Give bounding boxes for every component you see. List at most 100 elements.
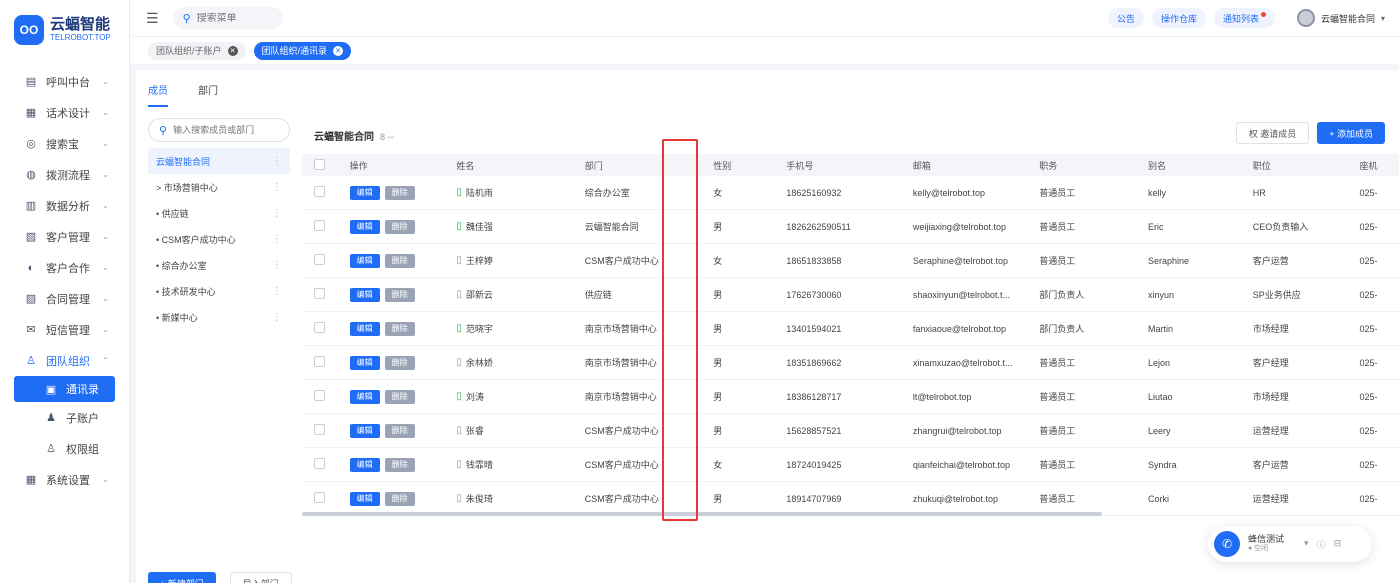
operation-repo-button[interactable]: 操作仓库	[1151, 8, 1206, 28]
delete-button[interactable]: 删除	[384, 389, 415, 404]
close-icon[interactable]: ✕	[227, 45, 238, 56]
horizontal-scrollbar[interactable]	[302, 512, 1102, 516]
more-icon[interactable]: ⋮	[272, 156, 282, 167]
add-department-button[interactable]: + 新建部门	[148, 572, 216, 583]
more-icon[interactable]: ⋮	[272, 182, 282, 193]
invite-member-button[interactable]: 权 邀请成员	[1235, 122, 1310, 144]
tree-node[interactable]: • 综合办公室 ⋮	[148, 252, 290, 278]
delete-button[interactable]: 删除	[384, 423, 415, 438]
member-post: 运营经理	[1252, 426, 1289, 436]
import-department-button[interactable]: 导入部门	[229, 572, 292, 583]
delete-button[interactable]: 删除	[384, 491, 415, 506]
info-icon[interactable]: ⓘ	[1317, 538, 1326, 551]
member-phone: 15628857521	[786, 425, 842, 436]
delete-button[interactable]: 删除	[384, 185, 415, 200]
more-icon[interactable]: ⋮	[272, 286, 282, 297]
sidebar-item-customers[interactable]: ▧ 客户管理 ⌄	[0, 221, 129, 252]
edit-button[interactable]: 编辑	[349, 389, 380, 404]
phone-device-icon: ▯	[456, 425, 462, 436]
member-phone: 13401594021	[786, 323, 842, 334]
tree-node-root[interactable]: 云蝠智能合同 ⋮	[148, 148, 290, 174]
more-icon[interactable]: ⋮	[272, 208, 282, 219]
phone-device-icon: ▯	[456, 459, 462, 470]
row-checkbox[interactable]	[314, 322, 325, 333]
delete-button[interactable]: 删除	[384, 457, 415, 472]
phone-icon[interactable]: ✆	[1214, 531, 1240, 557]
dropdown-icon[interactable]: ▾	[1304, 538, 1309, 551]
select-all-checkbox[interactable]	[314, 158, 325, 170]
more-icon[interactable]: ⋮	[272, 312, 282, 323]
sidebar-item-sms[interactable]: ✉ 短信管理 ⌄	[0, 314, 129, 345]
sidebar-item-team[interactable]: ♙ 团队组织 ⌃	[0, 345, 129, 376]
menu-search[interactable]: ⚲	[172, 7, 283, 29]
edit-button[interactable]: 编辑	[349, 491, 380, 506]
row-checkbox[interactable]	[314, 458, 325, 469]
tree-node[interactable]: • 新媒中心 ⋮	[148, 304, 290, 330]
tree-search-input[interactable]	[173, 125, 274, 135]
member-name: 刘涛	[465, 392, 484, 402]
tree-node[interactable]: • CSM客户成功中心 ⋮	[148, 226, 290, 252]
edit-button[interactable]: 编辑	[349, 321, 380, 336]
chevron-down-icon[interactable]: ▾	[1381, 14, 1385, 23]
avatar[interactable]	[1296, 9, 1315, 27]
brand-logo[interactable]: OO 云蝠智能 TELROBOT.TOP	[0, 0, 129, 60]
delete-button[interactable]: 删除	[384, 287, 415, 302]
delete-button[interactable]: 删除	[384, 253, 415, 268]
phone-device-icon: ▯	[456, 323, 462, 334]
minimize-icon[interactable]: ⊟	[1334, 538, 1342, 551]
edit-button[interactable]: 编辑	[349, 185, 380, 200]
edit-button[interactable]: 编辑	[349, 423, 380, 438]
edit-button[interactable]: 编辑	[349, 355, 380, 370]
sidebar-item-data[interactable]: ▥ 数据分析 ⌄	[0, 190, 129, 221]
sidebar-item-script-design[interactable]: ▦ 话术设计 ⌄	[0, 97, 129, 128]
delete-button[interactable]: 删除	[384, 219, 415, 234]
add-member-button[interactable]: + 添加成员	[1317, 122, 1385, 144]
row-checkbox[interactable]	[314, 220, 325, 231]
member-gender: 女	[713, 460, 723, 470]
tree-node[interactable]: > 市场营销中心 ⋮	[148, 174, 290, 200]
tab-subaccounts[interactable]: 团队组织/子账户 ✕	[148, 41, 246, 60]
header-actions: 公告 操作仓库 通知列表 云蝠智能合同 ▾	[1100, 0, 1385, 36]
edit-button[interactable]: 编辑	[349, 219, 380, 234]
sidebar-item-permissions[interactable]: ♙ 权限组	[0, 433, 129, 464]
sidebar-item-search[interactable]: ◎ 搜索宝 ⌄	[0, 128, 129, 159]
tree-node[interactable]: • 技术研发中心 ⋮	[148, 278, 290, 304]
row-checkbox[interactable]	[314, 186, 325, 197]
edit-button[interactable]: 编辑	[349, 287, 380, 302]
sidebar-item-subaccounts[interactable]: ♟ 子账户	[0, 402, 129, 433]
delete-button[interactable]: 删除	[384, 355, 415, 370]
row-checkbox[interactable]	[314, 492, 325, 503]
member-phone: 18625160932	[786, 187, 842, 198]
sidebar-item-contacts[interactable]: ▣ 通讯录	[14, 376, 115, 402]
menu-toggle-icon[interactable]: ☰	[146, 10, 159, 27]
more-icon[interactable]: ⋮	[272, 234, 282, 245]
row-checkbox[interactable]	[314, 288, 325, 299]
member-email: Seraphine@telrobot.top	[912, 255, 1009, 266]
row-checkbox[interactable]	[314, 424, 325, 435]
chevron-down-icon: ⌄	[102, 108, 109, 117]
edit-button[interactable]: 编辑	[349, 253, 380, 268]
more-icon[interactable]: ⋮	[272, 260, 282, 271]
call-center-icon: ▤	[25, 76, 37, 88]
tab-contacts[interactable]: 团队组织/通讯录 ✕	[253, 41, 352, 60]
sidebar-item-call-center[interactable]: ▤ 呼叫中台 ⌄	[0, 66, 129, 97]
tree-search[interactable]: ⚲	[148, 118, 290, 142]
announcement-button[interactable]: 公告	[1107, 8, 1144, 28]
row-checkbox[interactable]	[314, 254, 325, 265]
sidebar-item-settings[interactable]: ▦ 系统设置 ⌄	[0, 464, 129, 495]
edit-button[interactable]: 编辑	[349, 457, 380, 472]
tab-departments[interactable]: 部门	[198, 78, 218, 107]
menu-search-input[interactable]	[196, 12, 267, 24]
tab-members[interactable]: 成员	[148, 78, 168, 107]
delete-button[interactable]: 删除	[384, 321, 415, 336]
sidebar-item-flow[interactable]: ◍ 拨测流程 ⌄	[0, 159, 129, 190]
tree-node[interactable]: • 供应链 ⋮	[148, 200, 290, 226]
row-checkbox[interactable]	[314, 356, 325, 367]
sidebar-item-contracts[interactable]: ▨ 合同管理 ⌄	[0, 283, 129, 314]
logo-icon: OO	[14, 15, 44, 45]
sidebar-item-cooperation[interactable]: ◐ 客户合作 ⌄	[0, 252, 129, 283]
close-icon[interactable]: ✕	[333, 45, 344, 56]
row-checkbox[interactable]	[314, 390, 325, 401]
notification-button[interactable]: 通知列表	[1213, 8, 1275, 28]
user-name[interactable]: 云蝠智能合同	[1321, 12, 1375, 25]
